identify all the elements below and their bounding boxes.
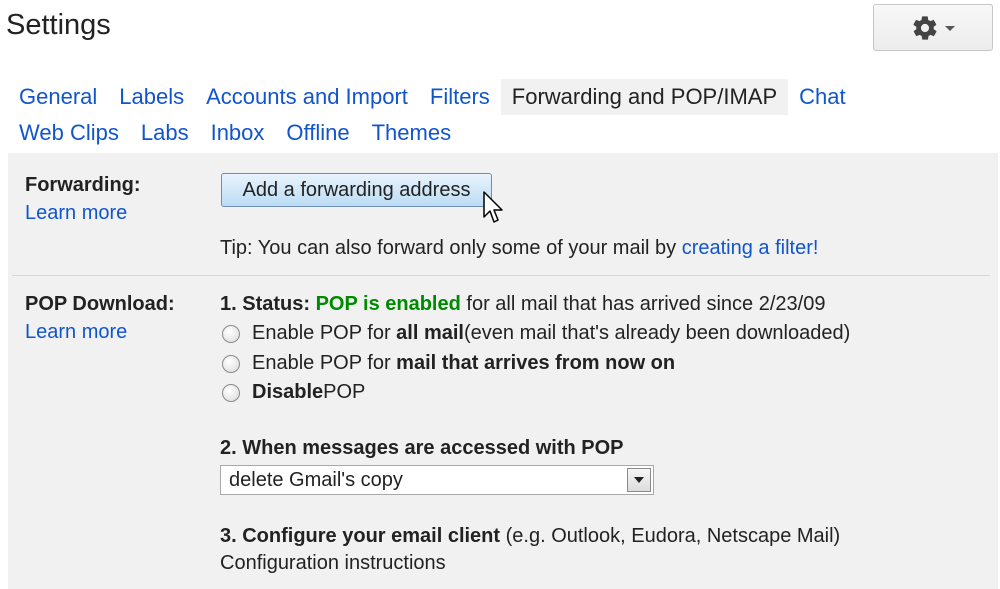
configuration-instructions-link[interactable]: Configuration instructions <box>220 552 446 575</box>
option-bold-text: all mail <box>396 322 464 344</box>
tab-offline[interactable]: Offline <box>275 115 360 151</box>
radio-button[interactable] <box>222 354 240 373</box>
pop-download-label: POP Download: <box>25 293 175 315</box>
tab-forwarding-and-pop-imap[interactable]: Forwarding and POP/IMAP <box>500 79 789 115</box>
tab-inbox[interactable]: Inbox <box>200 115 276 151</box>
tip-text: Tip: You can also forward only some of y… <box>220 237 682 259</box>
tab-filters[interactable]: Filters <box>419 79 501 115</box>
tab-labels[interactable]: Labels <box>108 79 195 115</box>
tab-row-2: Web Clips Labs Inbox Offline Themes <box>8 115 998 151</box>
settings-page: Settings General Labels Accounts and Imp… <box>0 0 1000 589</box>
forwarding-tip: Tip: You can also forward only some of y… <box>220 237 818 260</box>
status-badge: POP is enabled <box>315 293 461 315</box>
radio-button[interactable] <box>222 324 240 343</box>
access-heading-text: 2. When messages are accessed with POP <box>220 437 624 459</box>
radio-enable-pop-from-now-on[interactable]: Enable POP for mail that arrives from no… <box>222 352 675 375</box>
tab-general[interactable]: General <box>8 79 108 115</box>
tab-themes[interactable]: Themes <box>361 115 462 151</box>
page-title: Settings <box>6 9 111 41</box>
radio-disable-pop[interactable]: Disable POP <box>222 381 365 404</box>
option-bold-text: mail that arrives from now on <box>396 352 676 374</box>
settings-tabs: General Labels Accounts and Import Filte… <box>8 79 998 151</box>
add-forwarding-address-button[interactable]: Add a forwarding address <box>221 173 492 207</box>
configure-heading-text: 3. Configure your email client <box>220 525 501 547</box>
tab-chat[interactable]: Chat <box>788 79 856 115</box>
option-suffix-text: POP <box>323 381 366 403</box>
pop-learn-more-link[interactable]: Learn more <box>25 321 127 344</box>
chevron-down-icon <box>945 26 955 31</box>
selected-value: delete Gmail's copy <box>229 468 403 491</box>
section-divider <box>12 275 990 276</box>
creating-a-filter-link[interactable]: creating a filter! <box>682 237 819 259</box>
tab-web-clips[interactable]: Web Clips <box>8 115 130 151</box>
option-text: Enable POP for <box>252 352 391 374</box>
mouse-pointer-icon <box>483 191 505 230</box>
tab-row-1: General Labels Accounts and Import Filte… <box>8 79 998 115</box>
settings-panel: Forwarding: Learn more Add a forwarding … <box>8 153 998 589</box>
chevron-down-icon[interactable] <box>627 468 651 492</box>
pop-access-select[interactable]: delete Gmail's copy <box>220 465 654 495</box>
status-heading: 1. Status: <box>220 293 316 315</box>
forwarding-learn-more-link[interactable]: Learn more <box>25 202 127 225</box>
settings-gear-button[interactable] <box>873 4 993 51</box>
option-bold-text: Disable <box>252 381 324 403</box>
tab-accounts-and-import[interactable]: Accounts and Import <box>195 79 419 115</box>
gear-icon <box>911 14 939 42</box>
pop-status-line: 1. Status: POP is enabled for all mail t… <box>220 293 825 316</box>
tab-labs[interactable]: Labs <box>130 115 200 151</box>
radio-enable-pop-all-mail[interactable]: Enable POP for all mail (even mail that'… <box>222 322 850 345</box>
access-heading: 2. When messages are accessed with POP <box>220 437 624 460</box>
radio-button[interactable] <box>222 383 240 402</box>
forwarding-label: Forwarding: <box>25 174 141 196</box>
configure-heading: 3. Configure your email client (e.g. Out… <box>220 525 840 548</box>
option-suffix-text: (even mail that's already been downloade… <box>463 322 851 344</box>
option-text: Enable POP for <box>252 322 391 344</box>
status-detail: for all mail that has arrived since 2/23… <box>460 293 826 315</box>
configure-examples: (e.g. Outlook, Eudora, Netscape Mail) <box>500 525 841 547</box>
